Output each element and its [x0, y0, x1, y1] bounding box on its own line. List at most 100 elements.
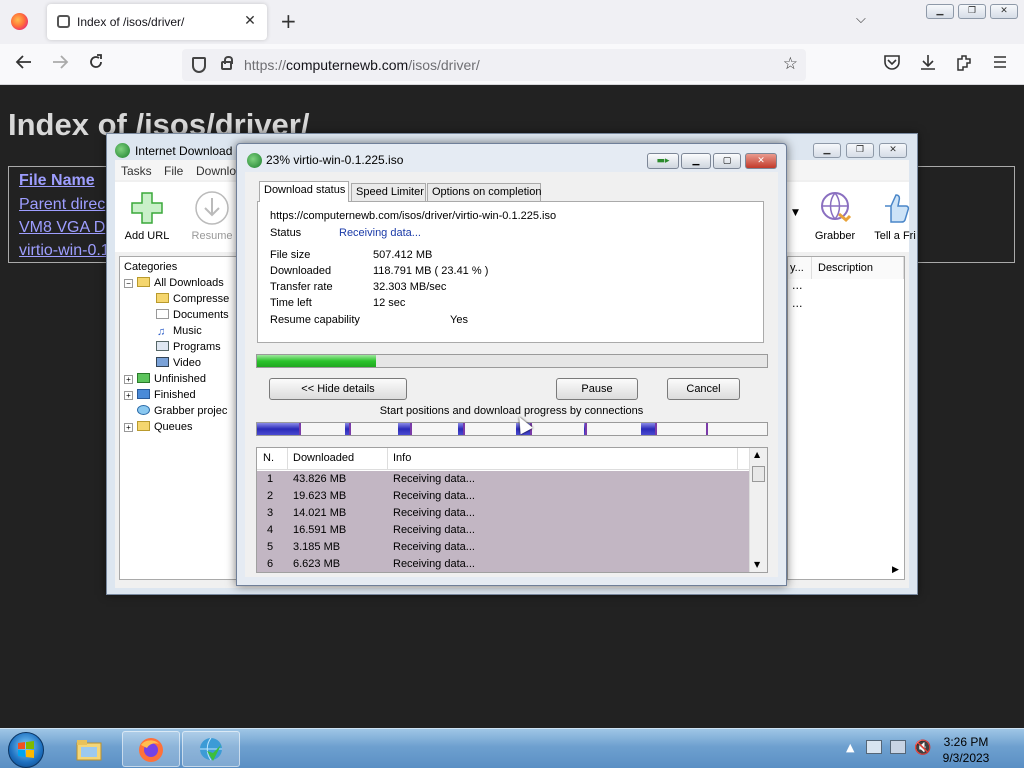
row-downloaded: 19.623 MB [293, 490, 347, 502]
new-tab-button[interactable]: + [280, 10, 297, 32]
category-documents[interactable]: Documents [156, 309, 229, 321]
vm8-vga-driver-link[interactable]: VM8 VGA D [19, 219, 105, 237]
taskbar-idm[interactable] [182, 731, 240, 767]
col-header-n[interactable]: N. [263, 452, 274, 464]
volume-muted-icon[interactable]: 🔇 [914, 740, 931, 756]
idm-minimize-button[interactable]: ▁ [813, 143, 841, 158]
idm-maximize-button[interactable]: ❐ [846, 143, 874, 158]
grabber-button[interactable]: Grabber [805, 190, 865, 242]
show-hidden-icons-button[interactable]: ▲ [846, 741, 854, 754]
table-row[interactable]: 3 14.021 MB Receiving data... [257, 505, 749, 522]
menu-file[interactable]: File [164, 164, 183, 178]
connections-scrollbar[interactable]: ▲ ▼ [749, 448, 767, 572]
row-info: Receiving data... [393, 541, 475, 553]
categories-tree: Categories − All Downloads Compresse Docu… [119, 256, 243, 580]
address-bar[interactable]: https://computernewb.com/isos/driver/ ☆ [182, 49, 806, 81]
idm-globe-icon [200, 737, 222, 761]
connection-segment [583, 423, 587, 435]
url-scheme: https:// [244, 57, 287, 73]
dialog-maximize-button[interactable]: ▢ [713, 153, 741, 169]
tracking-protection-shield-icon[interactable] [192, 57, 206, 73]
network-icon[interactable] [890, 740, 906, 754]
thumbs-up-icon [885, 194, 910, 223]
toolbar-dropdown-arrow-icon[interactable]: ▼ [792, 208, 799, 218]
table-row[interactable]: 4 16.591 MB Receiving data... [257, 522, 749, 539]
description-column-header[interactable]: Description [812, 257, 904, 279]
scroll-down-icon[interactable]: ▼ [754, 560, 760, 569]
col-header-downloaded[interactable]: Downloaded [293, 452, 354, 464]
browser-tab[interactable]: Index of /isos/driver/ ✕ [47, 4, 267, 40]
category-label: Grabber projec [154, 405, 228, 417]
category-unfinished[interactable]: + Unfinished [124, 373, 206, 385]
category-all-downloads[interactable]: − All Downloads [124, 277, 224, 289]
window-close-button[interactable]: ✕ [990, 4, 1018, 19]
table-row[interactable]: 1 43.826 MB Receiving data... [257, 471, 749, 488]
scrollbar-thumb[interactable] [752, 466, 765, 482]
connections-table[interactable]: N. Downloaded Info 1 43.826 MB Receiving… [256, 447, 768, 573]
header-divider [387, 448, 388, 470]
cancel-button[interactable]: Cancel [667, 378, 740, 400]
bookmark-star-icon[interactable]: ☆ [783, 54, 798, 74]
reload-icon[interactable] [84, 53, 108, 77]
downloads-icon[interactable] [916, 53, 940, 77]
collapse-icon[interactable]: − [124, 279, 133, 288]
pocket-icon[interactable] [880, 53, 904, 77]
download-status-panel: https://computernewb.com/isos/driver/vir… [257, 201, 764, 343]
forward-arrow-icon[interactable] [48, 53, 72, 77]
program-window-icon [156, 341, 169, 351]
category-programs[interactable]: Programs [156, 341, 221, 353]
add-url-button[interactable]: Add URL [117, 190, 177, 242]
scroll-right-icon[interactable]: ▶ [892, 565, 899, 575]
scroll-up-icon[interactable]: ▲ [754, 450, 760, 459]
expand-icon[interactable]: + [124, 423, 133, 432]
back-arrow-icon[interactable] [12, 53, 36, 77]
menu-downloads[interactable]: Downlo [196, 164, 236, 178]
url-text[interactable]: https://computernewb.com/isos/driver/ [244, 57, 480, 73]
system-clock[interactable]: 3:26 PM 9/3/2023 [936, 734, 996, 766]
table-row[interactable]: 5 3.185 MB Receiving data... [257, 539, 749, 556]
menu-tasks[interactable]: Tasks [121, 164, 152, 178]
window-maximize-button[interactable]: ❐ [958, 4, 986, 19]
file-name-column-link[interactable]: File Name [19, 172, 95, 190]
category-grabber-projects[interactable]: Grabber projec [137, 405, 227, 417]
downloads-list[interactable]: y... Description ... ... ▶ [787, 256, 905, 580]
tab-close-icon[interactable]: ✕ [241, 12, 259, 30]
taskbar-explorer[interactable] [60, 731, 118, 767]
table-row[interactable]: 2 19.623 MB Receiving data... [257, 488, 749, 505]
col-header-info[interactable]: Info [393, 452, 411, 464]
padlock-icon[interactable] [221, 56, 233, 70]
category-compressed[interactable]: Compresse [156, 293, 229, 305]
expand-icon[interactable]: + [124, 375, 133, 384]
list-column-header[interactable]: y... [788, 257, 812, 279]
resume-capability-value: Yes [450, 314, 468, 326]
category-music[interactable]: ♫ Music [156, 325, 202, 338]
download-url: https://computernewb.com/isos/driver/vir… [270, 210, 557, 222]
parent-directory-link[interactable]: Parent direc [19, 196, 105, 214]
category-queues[interactable]: + Queues [124, 421, 193, 433]
hide-details-button[interactable]: << Hide details [269, 378, 407, 400]
category-video[interactable]: Video [156, 357, 201, 369]
list-all-tabs-button[interactable]: ⌵ [856, 12, 866, 27]
resume-button[interactable]: Resume [182, 190, 242, 242]
idm-close-button[interactable]: ✕ [879, 143, 907, 158]
pause-button[interactable]: Pause [556, 378, 638, 400]
file-size-value: 507.412 MB [373, 249, 433, 261]
taskbar-firefox[interactable] [122, 731, 180, 767]
virtio-win-link[interactable]: virtio-win-0.1 [19, 242, 110, 260]
dialog-close-button[interactable]: ✕ [745, 153, 777, 169]
table-row[interactable]: 6 6.623 MB Receiving data... [257, 556, 749, 572]
tab-speed-limiter[interactable]: Speed Limiter [351, 183, 426, 201]
tab-options-on-completion[interactable]: Options on completion [427, 183, 541, 201]
dialog-title: 23% virtio-win-0.1.225.iso [266, 153, 404, 167]
tab-download-status[interactable]: Download status [259, 181, 349, 202]
category-finished[interactable]: + Finished [124, 389, 196, 401]
minimize-to-tray-button[interactable]: ▬▸ [647, 153, 679, 169]
tell-a-friend-button[interactable]: Tell a Fri [865, 190, 925, 242]
menu-hamburger-icon[interactable] [988, 53, 1012, 77]
window-minimize-button[interactable]: ▁ [926, 4, 954, 19]
action-center-flag-icon[interactable] [866, 740, 882, 754]
expand-icon[interactable]: + [124, 391, 133, 400]
extensions-icon[interactable] [952, 53, 976, 77]
start-button[interactable] [8, 732, 44, 768]
dialog-minimize-button[interactable]: ▁ [681, 153, 711, 169]
